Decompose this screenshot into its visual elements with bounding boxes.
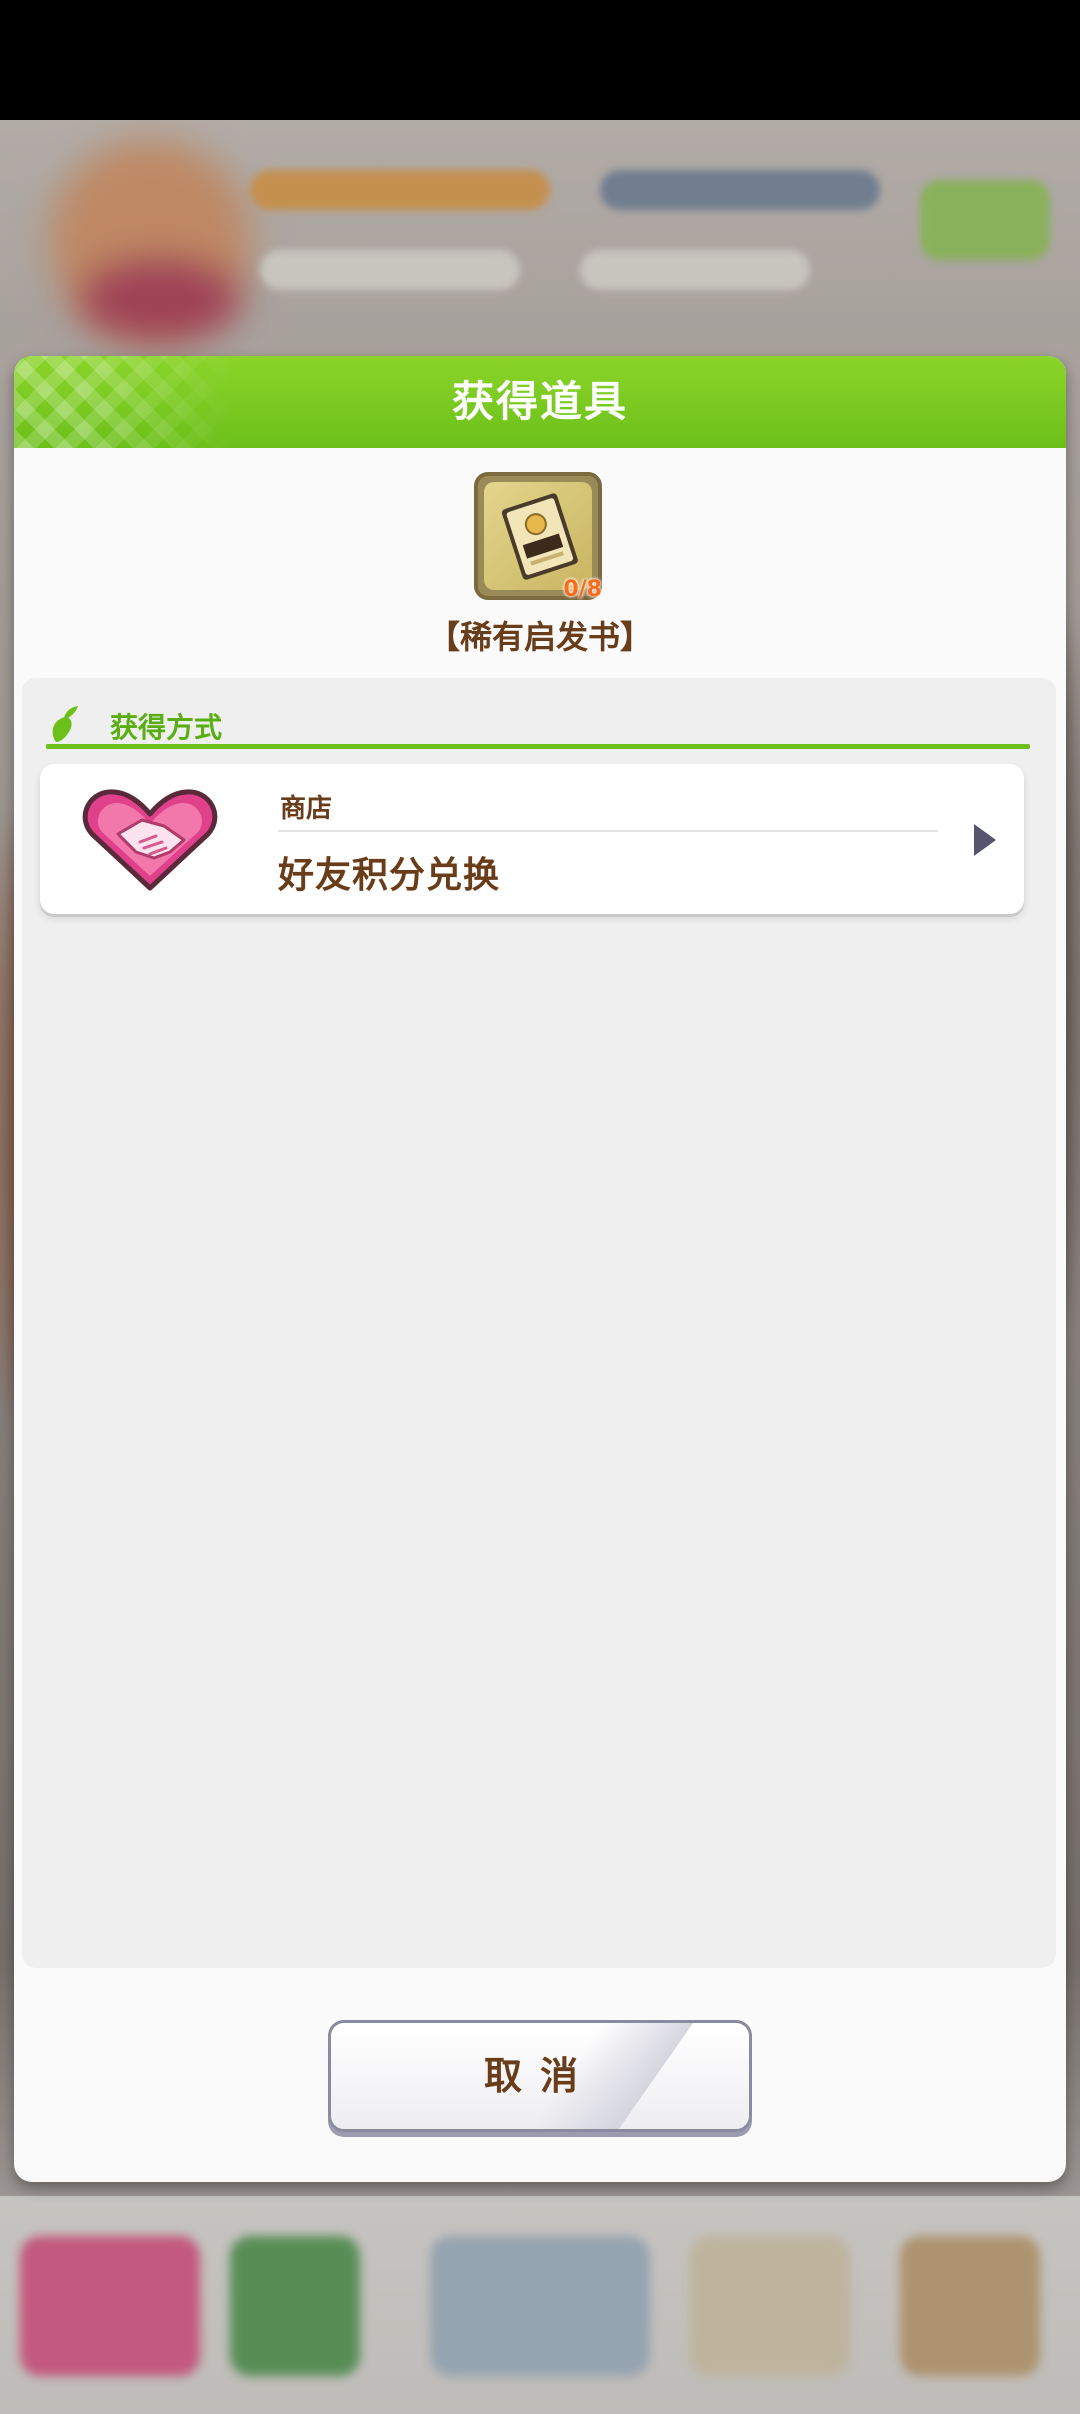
status-bar xyxy=(0,0,1080,120)
source-divider xyxy=(278,830,938,832)
carrot-leaf-icon xyxy=(52,706,78,742)
cancel-button[interactable]: 取消 xyxy=(328,2020,752,2132)
item-count: 0/8 xyxy=(563,577,602,602)
section-divider xyxy=(46,744,1030,749)
dialog-header: 获得道具 xyxy=(14,356,1066,448)
source-card-friend-points[interactable]: 商店 好友积分兑换 xyxy=(40,764,1024,914)
source-title: 好友积分兑换 xyxy=(278,855,501,896)
source-category: 商店 xyxy=(280,794,333,824)
section-label: 获得方式 xyxy=(110,711,223,744)
section-header: 获得方式 xyxy=(46,698,1036,748)
obtain-methods-panel: 获得方式 商店 好友积分兑换 xyxy=(22,678,1056,1968)
handshake-heart-icon xyxy=(82,789,218,891)
chevron-right-icon[interactable] xyxy=(974,824,996,856)
item-name: 【稀有启发书】 xyxy=(427,618,652,656)
cancel-button-label: 取消 xyxy=(483,2054,596,2098)
rare-hint-book-icon[interactable]: 0/8 xyxy=(474,472,602,602)
book-icon xyxy=(501,493,578,580)
dialog-title: 获得道具 xyxy=(451,377,628,426)
obtain-item-dialog: 获得道具 0/8 【稀有启发书】 获得方式 商店 好友积分兑换 取消 xyxy=(14,356,1066,2182)
